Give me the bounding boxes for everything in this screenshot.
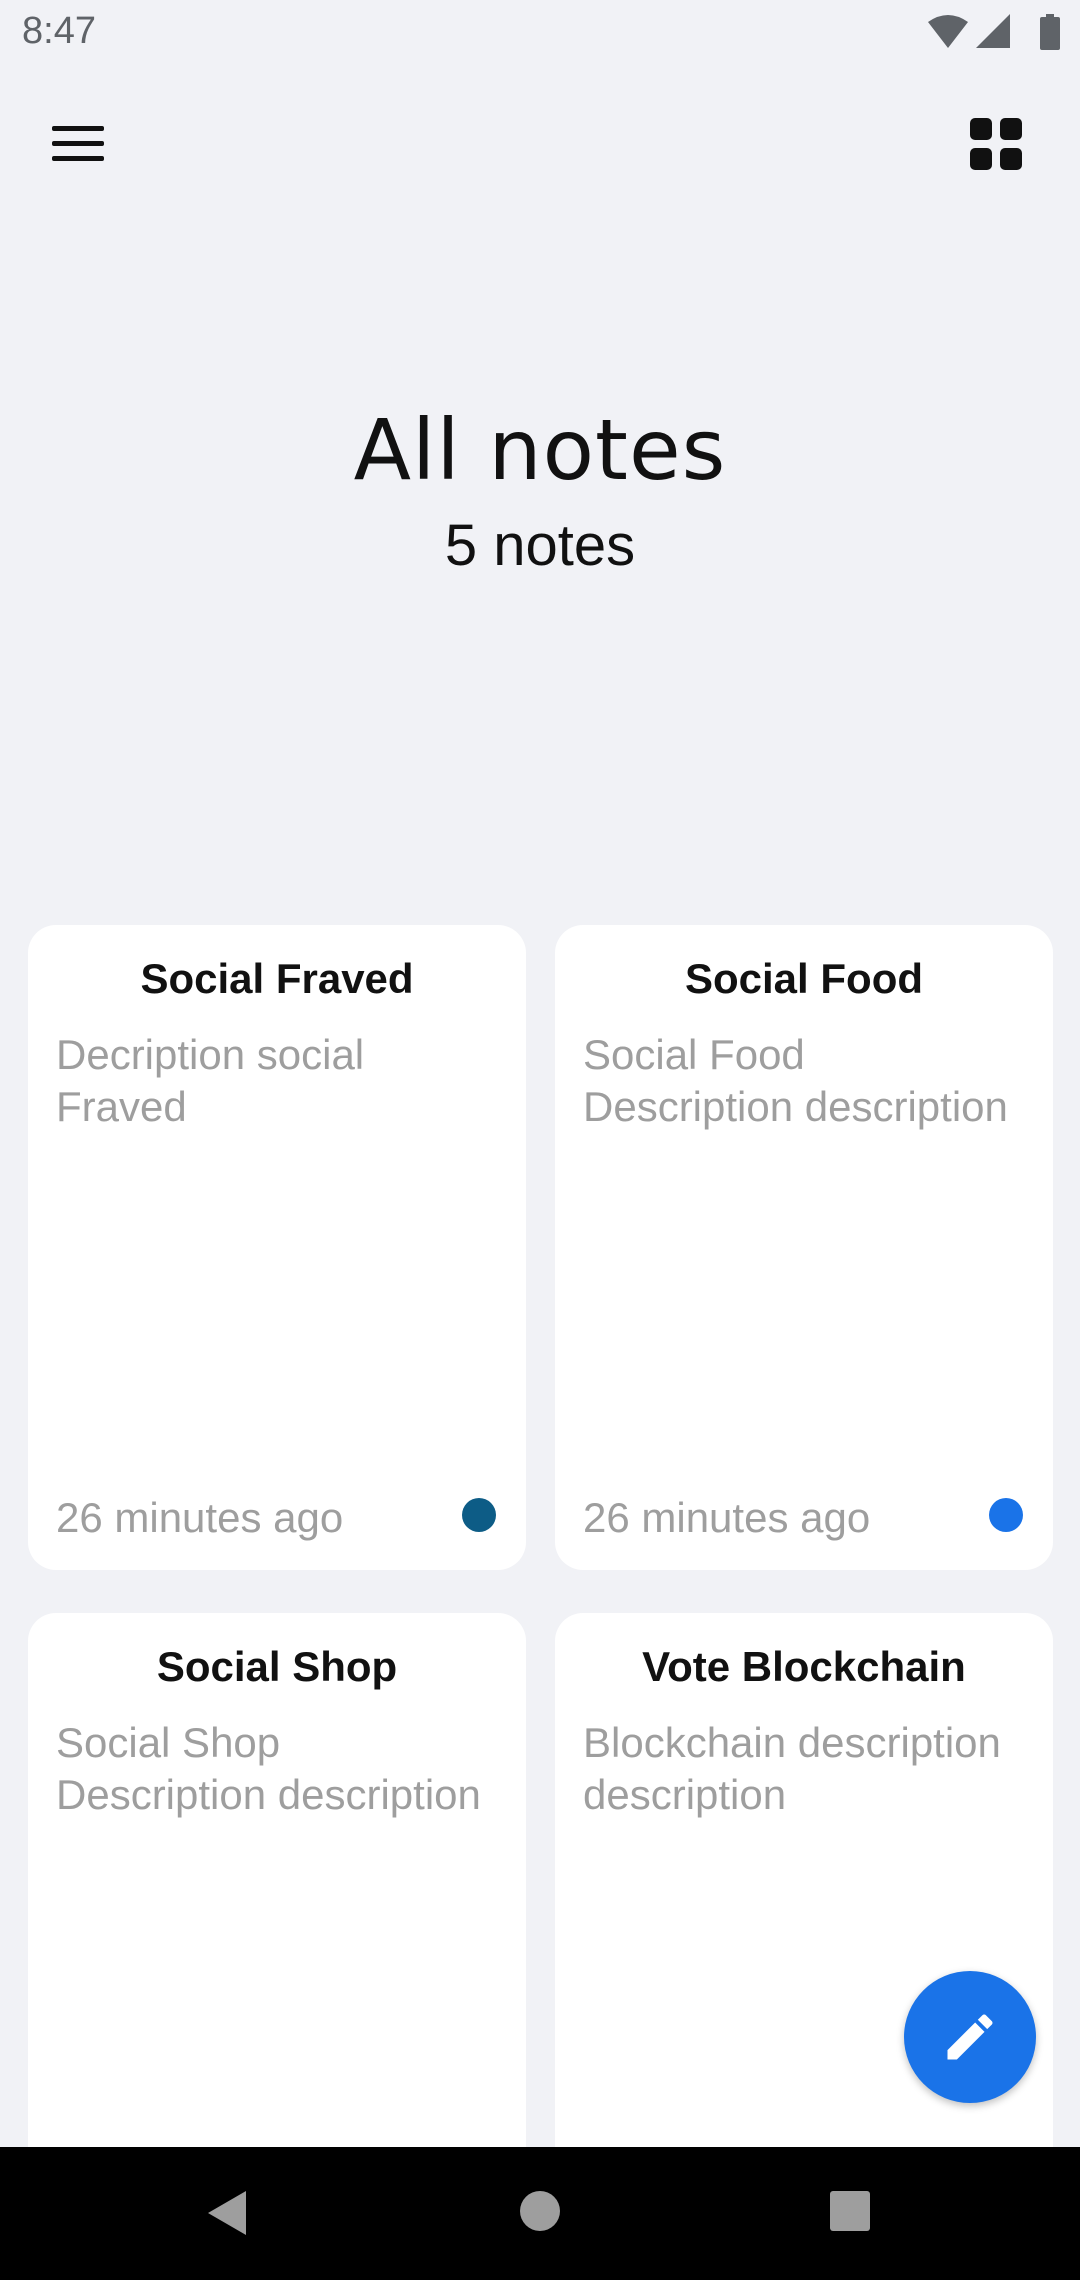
new-note-button[interactable] [904, 1971, 1036, 2103]
note-title: Vote Blockchain [642, 1643, 966, 1690]
notes-count: 5 notes [444, 513, 636, 578]
signal-icon [976, 14, 1010, 48]
note-timestamp: 26 minutes ago [56, 1494, 344, 1541]
note-card[interactable]: Social Fraved Decription social Fraved 2… [28, 925, 526, 1570]
note-title: Social Food [684, 955, 923, 1002]
note-description: Blockchain description description [583, 1719, 1001, 1818]
wifi-icon [928, 15, 968, 48]
system-nav-bar [0, 2147, 1080, 2280]
status-bar: 8:47 [0, 0, 1080, 64]
note-description: Social Shop Description description [56, 1719, 481, 1818]
top-bar [0, 90, 1080, 195]
back-icon[interactable] [206, 2189, 250, 2237]
note-color-dot [989, 1498, 1023, 1532]
pencil-icon [947, 2014, 993, 2060]
hamburger-menu-icon [52, 126, 104, 161]
note-card[interactable]: Social Shop Social Shop Description desc… [28, 1613, 526, 2153]
note-card[interactable]: Social Food Social Food Description desc… [555, 925, 1053, 1570]
grid-view-icon [970, 118, 1022, 170]
note-description: Decription social Fraved [56, 1031, 365, 1130]
page-header: All notes 5 notes [0, 400, 1080, 579]
recents-icon[interactable] [828, 2189, 872, 2233]
note-description: Social Food Description description [583, 1031, 1008, 1130]
page-title: All notes [353, 401, 727, 499]
note-title: Social Shop [156, 1643, 398, 1690]
status-time: 8:47 [22, 10, 96, 52]
view-toggle-button[interactable] [956, 110, 1050, 204]
home-icon[interactable] [518, 2189, 562, 2233]
note-color-dot [462, 1498, 496, 1532]
note-title: Social Fraved [140, 955, 414, 1002]
battery-icon [1040, 14, 1060, 50]
menu-button[interactable] [30, 110, 124, 204]
note-timestamp: 26 minutes ago [583, 1494, 871, 1541]
